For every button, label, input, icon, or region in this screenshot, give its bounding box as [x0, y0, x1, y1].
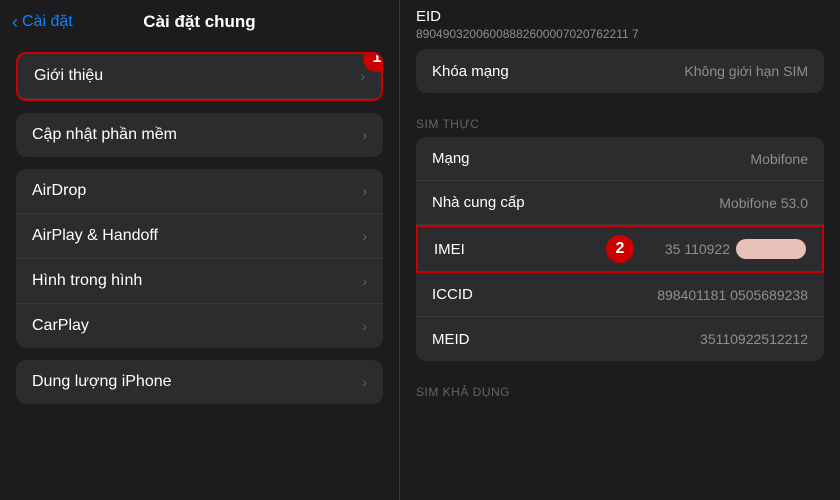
cap-nhat-label: Cập nhật phần mềm: [32, 126, 177, 144]
eid-value: 89049032006008882600007020762211 7: [416, 27, 824, 49]
meid-label: MEID: [432, 331, 470, 348]
list-item-hinh[interactable]: Hình trong hình ›: [16, 259, 383, 304]
airplay-label: AirPlay & Handoff: [32, 227, 158, 245]
sim-thuc-header: SIM THỰC: [416, 105, 824, 137]
chevron-icon-cap-nhat: ›: [362, 127, 367, 143]
carplay-label: CarPlay: [32, 317, 89, 335]
imei-value-wrap: 35 110922: [665, 239, 806, 259]
hinh-label: Hình trong hình: [32, 272, 142, 290]
airdrop-label: AirDrop: [32, 182, 86, 200]
chevron-icon-gioi-thieu: ›: [360, 68, 365, 84]
chevron-icon-carplay: ›: [362, 318, 367, 334]
page-title: Cài đặt chung: [143, 12, 255, 32]
sim-kha-dung-header: SIM KHẢ DỤNG: [416, 373, 824, 405]
list-item-airdrop[interactable]: AirDrop ›: [16, 169, 383, 214]
nha-cung-cap-label: Nhà cung cấp: [432, 194, 525, 211]
khoa-mang-value: Không giới hạn SIM: [517, 63, 808, 79]
khoa-mang-label: Khóa mạng: [432, 63, 509, 80]
list-item-airplay[interactable]: AirPlay & Handoff ›: [16, 214, 383, 259]
info-row-mang: Mạng Mobifone: [416, 137, 824, 181]
chevron-icon-dung-luong: ›: [362, 374, 367, 390]
section-group-4: Dung lượng iPhone ›: [16, 360, 383, 404]
nav-header: ‹ Cài đặt Cài đặt chung: [0, 0, 399, 44]
list-item-cap-nhat[interactable]: Cập nhật phần mềm ›: [16, 113, 383, 157]
mang-label: Mạng: [432, 150, 470, 167]
iccid-value: 898401181 0505689238: [481, 287, 808, 303]
section-group-1: Giới thiệu › 1: [16, 52, 383, 101]
info-row-meid: MEID 35110922512212: [416, 317, 824, 361]
gioi-thieu-label: Giới thiệu: [34, 67, 103, 85]
imei-label: IMEI: [434, 241, 465, 258]
eid-label: EID: [416, 8, 824, 25]
info-section-khoa-mang: Khóa mạng Không giới hạn SIM: [400, 49, 840, 105]
step-2-badge: 2: [606, 235, 634, 263]
eid-section: EID 89049032006008882600007020762211 7: [400, 0, 840, 49]
nha-cung-cap-value: Mobifone 53.0: [533, 195, 808, 211]
iccid-label: ICCID: [432, 286, 473, 303]
back-chevron-icon: ‹: [12, 12, 18, 33]
dung-luong-label: Dung lượng iPhone: [32, 373, 172, 391]
chevron-icon-airdrop: ›: [362, 183, 367, 199]
sim-thuc-section: SIM THỰC Mạng Mobifone Nhà cung cấp Mobi…: [400, 105, 840, 373]
info-row-khoa-mang: Khóa mạng Không giới hạn SIM: [416, 49, 824, 93]
info-row-nha-cung-cap: Nhà cung cấp Mobifone 53.0: [416, 181, 824, 225]
section-group-2: Cập nhật phần mềm ›: [16, 113, 383, 157]
imei-value: 35 110922: [665, 241, 730, 257]
chevron-icon-airplay: ›: [362, 228, 367, 244]
settings-list: Giới thiệu › 1 Cập nhật phần mềm › AirDr…: [0, 44, 399, 500]
info-group-sim-thuc: Mạng Mobifone Nhà cung cấp Mobifone 53.0…: [416, 137, 824, 361]
section-group-3: AirDrop › AirPlay & Handoff › Hình trong…: [16, 169, 383, 348]
info-row-imei: IMEI 35 110922 2: [416, 225, 824, 273]
back-label: Cài đặt: [22, 13, 73, 31]
chevron-icon-hinh: ›: [362, 273, 367, 289]
sim-kha-dung-section: SIM KHẢ DỤNG: [400, 373, 840, 405]
imei-blur: [736, 239, 806, 259]
mang-value: Mobifone: [478, 151, 808, 167]
right-panel: EID 89049032006008882600007020762211 7 K…: [400, 0, 840, 500]
left-panel: ‹ Cài đặt Cài đặt chung Giới thiệu › 1 C…: [0, 0, 400, 500]
info-row-iccid: ICCID 898401181 0505689238: [416, 273, 824, 317]
list-item-dung-luong[interactable]: Dung lượng iPhone ›: [16, 360, 383, 404]
list-item-carplay[interactable]: CarPlay ›: [16, 304, 383, 348]
back-button[interactable]: ‹ Cài đặt: [12, 12, 73, 33]
list-item-gioi-thieu[interactable]: Giới thiệu ›: [18, 54, 381, 99]
meid-value: 35110922512212: [478, 331, 809, 347]
info-group-khoa-mang: Khóa mạng Không giới hạn SIM: [416, 49, 824, 93]
